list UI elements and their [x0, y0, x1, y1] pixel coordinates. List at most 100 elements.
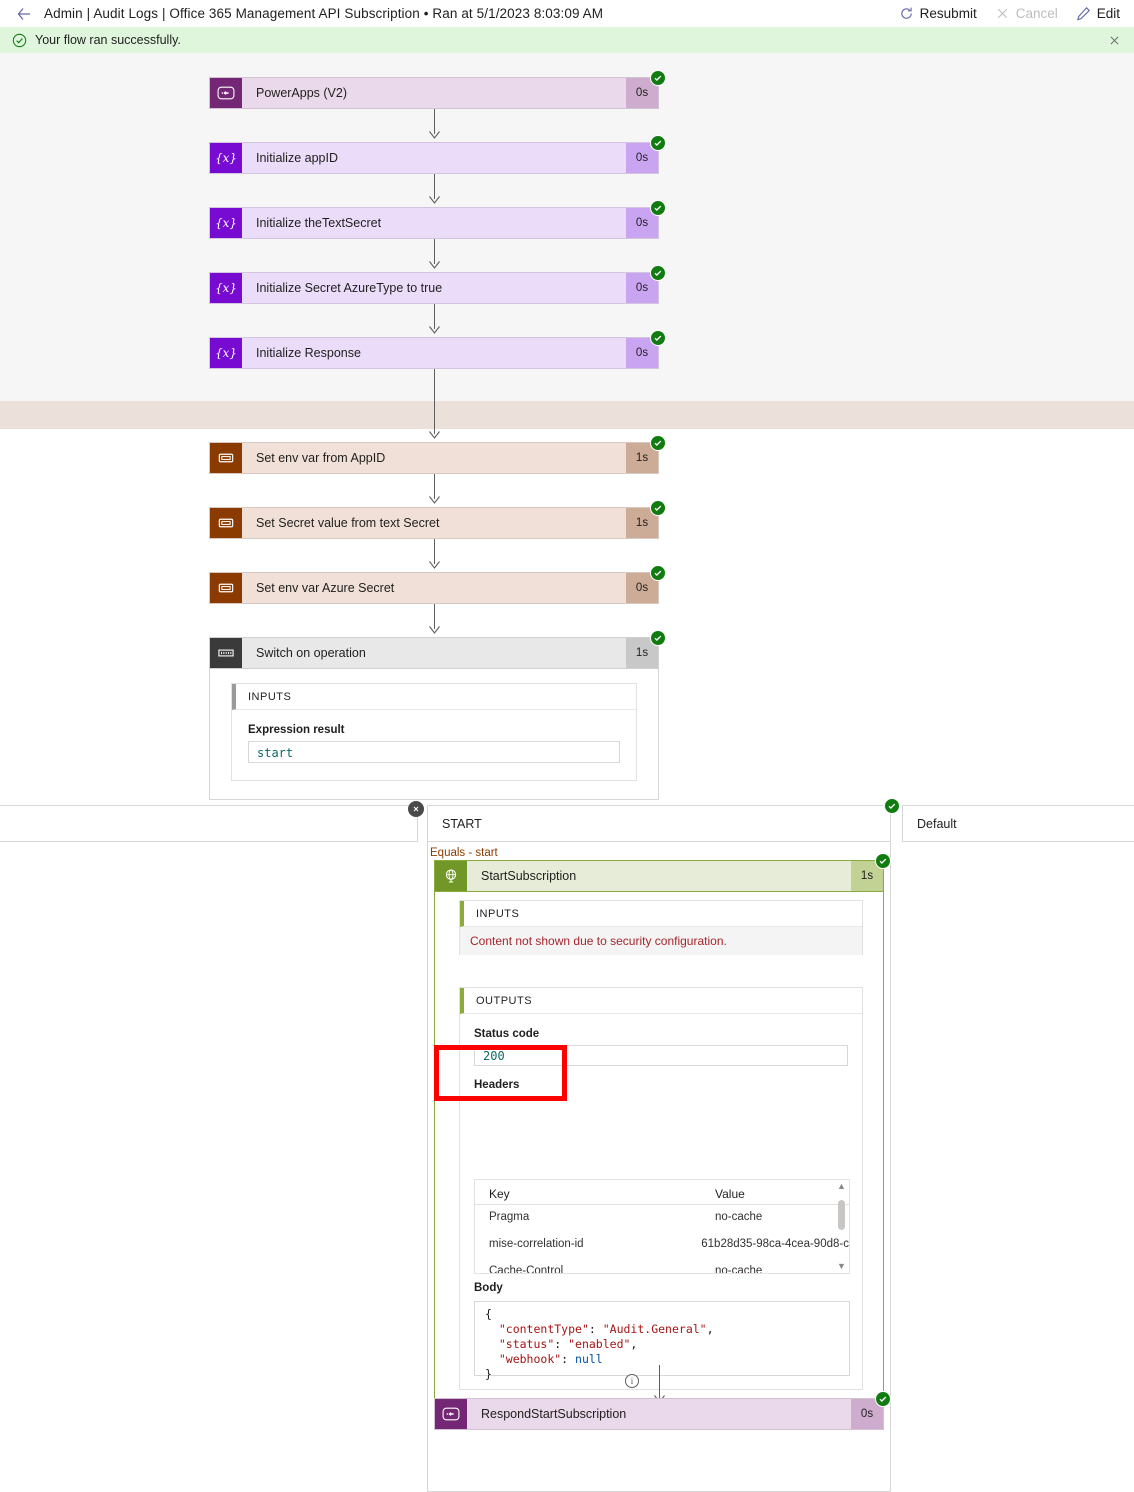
info-icon[interactable]: i — [625, 1374, 639, 1388]
table-row: mise-correlation-id 61b28d35-98ca-4cea-9… — [475, 1235, 849, 1253]
breadcrumb: Admin | Audit Logs | Office 365 Manageme… — [44, 6, 603, 21]
status-badge — [650, 500, 666, 516]
switch-inputs-header: INPUTS — [232, 684, 636, 710]
status-badge — [650, 200, 666, 216]
scroll-up-arrow[interactable]: ▲ — [837, 1182, 846, 1191]
action-card-set-secret-value-from-text-secret[interactable]: Set Secret value from text Secret 1s — [209, 507, 659, 539]
action-title: Switch on operation — [242, 638, 626, 668]
headers-scrollbar[interactable]: ▲ ▼ — [836, 1182, 847, 1271]
status-badge — [650, 330, 666, 346]
set-variable-icon — [210, 573, 242, 603]
flow-canvas: PowerApps (V2) 0s {x} Initialize appID 0… — [0, 53, 1134, 1492]
headers-label: Headers — [474, 1079, 848, 1091]
action-title: Initialize Response — [242, 338, 626, 368]
case-header-truncated-left[interactable] — [0, 805, 418, 842]
status-badge — [650, 265, 666, 281]
scroll-down-arrow[interactable]: ▼ — [837, 1262, 846, 1271]
status-badge — [650, 70, 666, 86]
cancel-label: Cancel — [1016, 6, 1058, 21]
status-badge — [650, 630, 666, 646]
connector-arrow — [429, 326, 440, 334]
json-key: "status" — [499, 1337, 554, 1351]
edit-button[interactable]: Edit — [1076, 6, 1120, 21]
powerapps-icon — [210, 78, 242, 108]
startsubscription-outputs-section: OUTPUTS Status code 200 Headers Key Valu… — [459, 987, 863, 1390]
action-title: Initialize Secret AzureType to true — [242, 273, 626, 303]
connector-line — [434, 369, 435, 434]
table-row: Cache-Control no-cache — [475, 1262, 849, 1274]
refresh-icon — [899, 6, 914, 21]
headers-table[interactable]: Key Value Pragma no-cache mise-correlati… — [474, 1179, 850, 1274]
back-arrow-icon[interactable] — [14, 4, 34, 24]
svg-text:{x}: {x} — [215, 281, 237, 295]
connector-arrow — [429, 131, 440, 139]
case-name-start: START — [442, 817, 482, 831]
svg-text:{x}: {x} — [215, 216, 237, 230]
action-card-initialize-thetextsecret[interactable]: {x} Initialize theTextSecret 0s — [209, 207, 659, 239]
resubmit-button[interactable]: Resubmit — [899, 6, 977, 21]
outputs-header: OUTPUTS — [460, 988, 862, 1014]
action-card-initialize-secret-azuretype[interactable]: {x} Initialize Secret AzureType to true … — [209, 272, 659, 304]
env-scope-band — [0, 401, 1134, 429]
svg-text:{x}: {x} — [215, 346, 237, 360]
action-card-respondstartsubscription[interactable]: RespondStartSubscription 0s — [434, 1398, 884, 1430]
action-card-powerapps-v2[interactable]: PowerApps (V2) 0s — [209, 77, 659, 109]
status-code-label: Status code — [474, 1028, 848, 1040]
variable-icon: {x} — [210, 338, 242, 368]
header-key: mise-correlation-id — [475, 1235, 701, 1253]
action-card-set-env-var-from-appid[interactable]: Set env var from AppID 1s — [209, 442, 659, 474]
top-bar: Admin | Audit Logs | Office 365 Manageme… — [0, 0, 1134, 27]
json-key: "webhook" — [499, 1352, 561, 1366]
connector-arrow — [429, 626, 440, 634]
header-value: 61b28d35-98ca-4cea-90d8-c... — [701, 1235, 849, 1253]
close-icon — [995, 6, 1010, 21]
status-code-field[interactable]: 200 — [474, 1045, 848, 1066]
header-value: no-cache — [715, 1208, 849, 1226]
action-card-initialize-response[interactable]: {x} Initialize Response 0s — [209, 337, 659, 369]
inputs-header: INPUTS — [460, 901, 862, 927]
action-card-startsubscription[interactable]: StartSubscription 1s — [434, 860, 884, 892]
status-badge — [650, 135, 666, 151]
cancel-button: Cancel — [995, 6, 1058, 21]
variable-icon: {x} — [210, 273, 242, 303]
set-variable-icon — [210, 443, 242, 473]
json-value: "Audit.General" — [603, 1322, 707, 1336]
action-title: Initialize appID — [242, 143, 626, 173]
status-badge — [650, 565, 666, 581]
startsubscription-detail-panel: INPUTS Content not shown due to security… — [434, 860, 884, 1418]
action-card-set-env-var-azure-secret[interactable]: Set env var Azure Secret 0s — [209, 572, 659, 604]
connector-arrow — [429, 261, 440, 269]
action-title: RespondStartSubscription — [467, 1399, 851, 1429]
status-badge — [875, 853, 891, 869]
success-banner: Your flow ran successfully. — [0, 27, 1134, 53]
column-header-value: Value — [715, 1184, 849, 1204]
success-banner-text: Your flow ran successfully. — [35, 33, 181, 47]
svg-text:{x}: {x} — [215, 151, 237, 165]
http-globe-icon — [435, 861, 467, 891]
case-header-default[interactable]: Default — [902, 805, 1134, 842]
edit-label: Edit — [1097, 6, 1120, 21]
case-header-start[interactable]: START — [427, 805, 891, 842]
connector-arrow — [429, 561, 440, 569]
powerapps-icon — [435, 1399, 467, 1429]
header-key: Pragma — [475, 1208, 715, 1226]
body-json[interactable]: { "contentType": "Audit.General", "statu… — [474, 1301, 850, 1376]
connector-line — [659, 1365, 660, 1398]
case-name-default: Default — [917, 817, 957, 831]
action-title: Initialize theTextSecret — [242, 208, 626, 238]
expression-result-value[interactable]: start — [248, 741, 620, 763]
json-value: "enabled" — [568, 1337, 630, 1351]
action-card-initialize-appid[interactable]: {x} Initialize appID 0s — [209, 142, 659, 174]
header-value: no-cache — [715, 1262, 849, 1274]
action-title: Set Secret value from text Secret — [242, 508, 626, 538]
set-variable-icon — [210, 508, 242, 538]
banner-close-button[interactable] — [1106, 32, 1122, 48]
switch-inputs-section: INPUTS Expression result start — [231, 683, 637, 781]
scroll-thumb[interactable] — [838, 1200, 845, 1230]
header-key: Cache-Control — [475, 1262, 715, 1274]
action-card-switch-on-operation[interactable]: Switch on operation 1s — [209, 637, 659, 669]
variable-icon: {x} — [210, 143, 242, 173]
startsubscription-inputs-section: INPUTS Content not shown due to security… — [459, 900, 863, 955]
case-close-button[interactable] — [408, 801, 424, 817]
resubmit-label: Resubmit — [920, 6, 977, 21]
